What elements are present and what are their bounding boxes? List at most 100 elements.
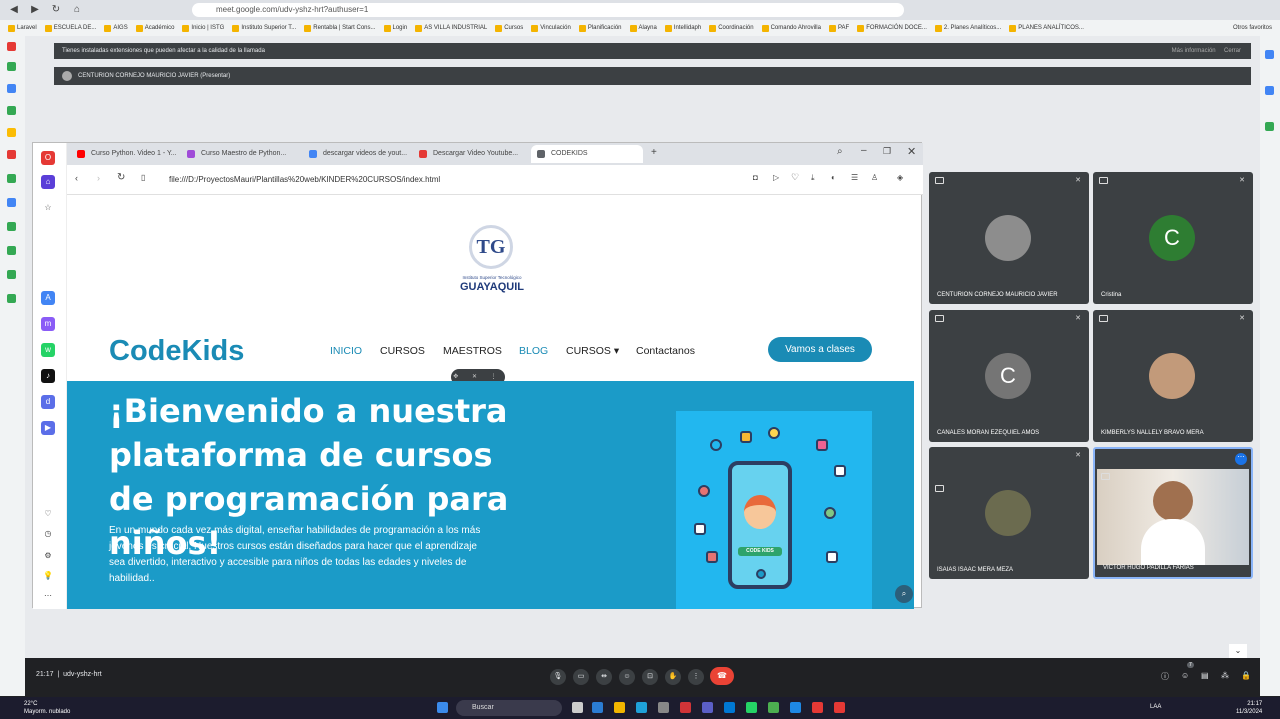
bookmark-item[interactable]: Laravel	[8, 24, 37, 32]
drive-icon[interactable]	[7, 174, 16, 183]
minimize-icon[interactable]: –	[861, 145, 867, 156]
back-icon[interactable]: ◀	[7, 3, 21, 17]
tab-python-1[interactable]: Curso Python. Video 1 - Y...	[71, 145, 181, 163]
pin-icon[interactable]	[1099, 315, 1108, 322]
emoji-icon[interactable]: ☺	[619, 669, 635, 685]
more-info-link[interactable]: Más información	[1172, 48, 1216, 54]
pin-icon[interactable]	[935, 315, 944, 322]
appstore-icon[interactable]: A	[41, 291, 55, 305]
zoom-icon[interactable]: ⌕	[895, 585, 913, 603]
bookmark-item[interactable]: FORMACIÓN DOCE...	[857, 24, 927, 32]
all-bookmarks[interactable]: Otros favoritos	[1233, 25, 1272, 31]
bulb-icon[interactable]: 💡	[41, 569, 55, 583]
tiktok-icon[interactable]: ♪	[41, 369, 55, 383]
chat-icon[interactable]: ▤	[1201, 671, 1209, 680]
participant-tile[interactable]: ✕ ISAIAS ISAAC MERA MEZA	[929, 447, 1089, 579]
discord-icon[interactable]: d	[41, 395, 55, 409]
bookmark-item[interactable]: Instituto Superior T...	[232, 24, 296, 32]
drive-icon[interactable]	[7, 222, 16, 231]
nav-maestros[interactable]: MAESTROS	[443, 345, 502, 357]
tab-descargar-1[interactable]: descargar videos de yout...	[303, 145, 411, 163]
office-icon[interactable]	[680, 702, 691, 713]
tab-python-maestro[interactable]: Curso Maestro de Python...	[181, 145, 297, 163]
account-icon[interactable]: ♙	[871, 173, 878, 182]
bookmark-item[interactable]: AIGS	[104, 24, 128, 32]
bookmark-item[interactable]: Inicio | ISTG	[182, 24, 224, 32]
nav-cursos-dropdown[interactable]: CURSOS ▾	[566, 345, 619, 357]
bookmark-item[interactable]: Coordinación	[709, 24, 754, 32]
windows-start-icon[interactable]	[437, 702, 448, 713]
pin-icon[interactable]	[935, 485, 944, 492]
bookmark-item[interactable]: Intellidaph	[664, 24, 701, 32]
cube-icon[interactable]: ◈	[897, 173, 903, 182]
bookmark-item[interactable]: Cursos	[495, 24, 523, 32]
app-icon[interactable]	[702, 702, 713, 713]
vscode-icon[interactable]	[724, 702, 735, 713]
heart-icon[interactable]: ♡	[41, 507, 55, 521]
close-banner-button[interactable]: Cerrar	[1224, 48, 1241, 54]
participant-tile-active[interactable]: ⋯ VICTOR HUGO PADILLA FARIAS	[1093, 447, 1253, 579]
info-icon[interactable]: ⓘ	[1161, 671, 1169, 682]
nav-inicio[interactable]: INICIO	[330, 345, 362, 357]
weather-widget[interactable]: 22°C Mayorm. nublado	[24, 700, 70, 716]
bookmark-item[interactable]: Comando Ahrovilla	[761, 24, 821, 32]
messenger-icon[interactable]: m	[41, 317, 55, 331]
system-clock[interactable]: 21:17 11/3/2024	[1236, 700, 1262, 716]
pin-icon[interactable]	[935, 177, 944, 184]
acrobat-icon[interactable]	[834, 702, 845, 713]
forward-icon[interactable]: ›	[97, 173, 100, 183]
star-icon[interactable]: ☆	[41, 201, 55, 215]
lock-icon[interactable]: 🔒	[1241, 671, 1251, 680]
app-icon[interactable]	[768, 702, 779, 713]
nav-cursos[interactable]: CURSOS	[380, 345, 425, 357]
people-icon[interactable]: ☺	[1181, 671, 1189, 680]
nav-contactanos[interactable]: Contactanos	[636, 345, 695, 357]
camera-icon[interactable]: ◘	[753, 173, 758, 182]
taskbar-search[interactable]: Buscar	[456, 700, 562, 716]
widgets-icon[interactable]	[592, 702, 603, 713]
battery-icon[interactable]: ◐	[831, 173, 836, 182]
maximize-icon[interactable]: ❐	[883, 146, 891, 157]
back-icon[interactable]: ‹	[75, 173, 78, 183]
vamos-a-clases-button[interactable]: Vamos a clases	[768, 337, 872, 362]
drive-icon[interactable]	[7, 246, 16, 255]
app-icon[interactable]	[790, 702, 801, 713]
pin-icon[interactable]	[1101, 473, 1110, 480]
new-tab-icon[interactable]: +	[651, 147, 657, 158]
hangup-button[interactable]: ☎	[710, 667, 734, 685]
bookmark-item[interactable]: ESCUELA DE...	[44, 24, 96, 32]
home-icon[interactable]: ⌂	[70, 3, 84, 17]
close-icon[interactable]: ✕	[907, 145, 916, 158]
inner-address-bar[interactable]: file:///D:/ProyectosMauri/Plantillas%20w…	[155, 171, 755, 189]
heart-icon[interactable]: ♡	[791, 172, 799, 183]
opera-icon[interactable]: O	[41, 151, 55, 165]
file-explorer-icon[interactable]	[614, 702, 625, 713]
tab-codekids[interactable]: CODEKIDS	[531, 145, 643, 163]
captions-icon[interactable]: ⇹	[596, 669, 612, 685]
participant-tile[interactable]: ✕ KIMBERLYS NALLELY BRAVO MERA	[1093, 310, 1253, 442]
present-icon[interactable]: ⊡	[642, 669, 658, 685]
docs-icon[interactable]	[7, 198, 16, 207]
menu-icon[interactable]: ☰	[851, 173, 858, 182]
nav-blog[interactable]: BLOG	[519, 345, 548, 357]
keep-icon[interactable]	[7, 128, 16, 137]
activities-icon[interactable]: ⁂	[1221, 671, 1229, 680]
drive-icon[interactable]	[1265, 122, 1274, 131]
bookmark-item[interactable]: Rentabla | Start Cons...	[304, 24, 376, 32]
bookmark-item[interactable]: Alayna	[629, 24, 657, 32]
drive-icon[interactable]	[7, 106, 16, 115]
bookmark-item[interactable]: PLANES ANALÍTICOS...	[1009, 24, 1084, 32]
participant-tile[interactable]: ✕ C Cristina	[1093, 172, 1253, 304]
history-icon[interactable]: ◷	[41, 527, 55, 541]
whatsapp-icon[interactable]: w	[41, 343, 55, 357]
drive-icon[interactable]	[7, 294, 16, 303]
participant-tile[interactable]: ✕ CENTURION CORNEJO MAURICIO JAVIER	[929, 172, 1089, 304]
bookmark-item[interactable]: Vinculación	[531, 24, 571, 32]
reload-icon[interactable]: ↻	[117, 172, 125, 183]
record-icon[interactable]	[7, 150, 16, 159]
player-icon[interactable]: ▶	[41, 421, 55, 435]
bookmark-item[interactable]: PAF	[828, 24, 849, 32]
gear-icon[interactable]: ⚙	[41, 549, 55, 563]
bookmark-item[interactable]: Login	[383, 24, 407, 32]
docs-icon[interactable]	[7, 84, 16, 93]
